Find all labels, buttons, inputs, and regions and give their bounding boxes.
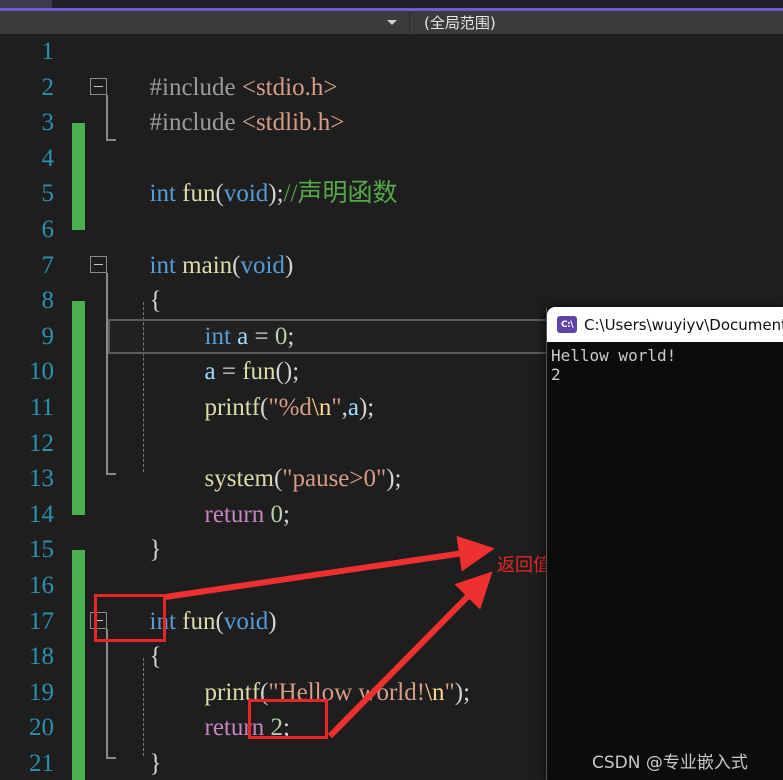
scope-label: (全局范围) xyxy=(424,14,496,32)
line-number: 13 xyxy=(29,465,54,493)
console-title-bar[interactable]: C:\ C:\Users\wuyiyv\Documents xyxy=(547,307,783,342)
line-number: 14 xyxy=(29,500,54,528)
navigation-bar: (全局范围) xyxy=(0,11,783,34)
console-title: C:\Users\wuyiyv\Documents xyxy=(584,315,783,334)
line-number: 4 xyxy=(41,144,55,172)
line-number: 8 xyxy=(41,287,55,315)
line-number: 12 xyxy=(29,429,54,457)
scope-dropdown[interactable]: (全局范围) xyxy=(412,11,496,34)
line-number: 10 xyxy=(29,358,54,386)
chevron-down-icon xyxy=(387,20,397,25)
code-line[interactable]: 5 xyxy=(0,176,783,212)
annotation-box-return-type xyxy=(94,594,166,642)
code-line[interactable]: 3 xyxy=(0,105,783,141)
console-output: Hellow world! 2 xyxy=(551,346,677,384)
line-number: 7 xyxy=(41,251,55,279)
line-number: 5 xyxy=(41,180,55,208)
line-number: 21 xyxy=(29,750,54,777)
code-line[interactable]: 7 { xyxy=(0,248,783,315)
watermark: CSDN @专业嵌入式 xyxy=(592,753,748,773)
line-number: 16 xyxy=(29,572,54,599)
member-dropdown[interactable] xyxy=(0,11,410,34)
line-number: 15 xyxy=(29,536,54,564)
line-number: 17 xyxy=(29,607,54,635)
code-line[interactable]: 4 int fun(void);//声明函数 xyxy=(0,141,783,208)
code-line[interactable]: 1 #include <stdio.h> xyxy=(0,34,783,101)
line-number: 19 xyxy=(29,678,54,706)
line-number: 6 xyxy=(41,216,55,243)
code-line[interactable]: 6 int main(void) xyxy=(0,212,783,279)
line-number: 11 xyxy=(29,394,54,421)
line-number: 3 xyxy=(41,109,55,137)
line-number: 1 xyxy=(41,38,55,65)
console-app-icon: C:\ xyxy=(557,316,577,333)
code-line[interactable]: 2 #include <stdlib.h> xyxy=(0,70,783,137)
line-number: 9 xyxy=(41,322,55,350)
line-number: 2 xyxy=(41,73,55,101)
line-number: 18 xyxy=(29,643,54,671)
line-number: 20 xyxy=(29,714,54,742)
annotation-box-return-value xyxy=(248,699,328,739)
console-window[interactable]: C:\ C:\Users\wuyiyv\Documents Hellow wor… xyxy=(546,307,783,780)
